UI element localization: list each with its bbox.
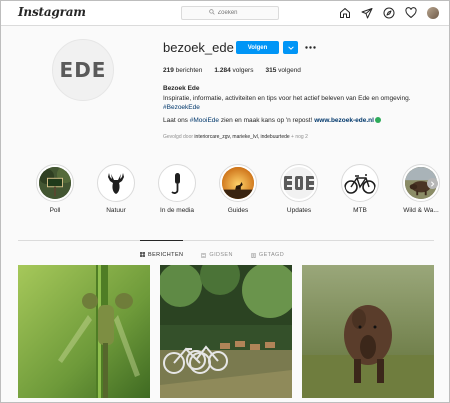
suggestions-dropdown-button[interactable]	[283, 41, 298, 54]
highlight-label: Guides	[227, 207, 249, 214]
tagged-icon	[250, 252, 256, 258]
highlight-updates[interactable]: Updates	[274, 164, 324, 214]
bio-hashtag-link[interactable]: #BezoekEde	[163, 103, 443, 113]
search-box[interactable]	[181, 6, 279, 20]
highlight-label: MTB	[353, 207, 367, 214]
tab-gidsen[interactable]: GIDSEN	[201, 241, 233, 261]
direct-icon[interactable]	[360, 6, 374, 20]
post-grid	[18, 265, 434, 398]
top-nav: Instagram	[1, 1, 449, 26]
highlight-label: In de media	[160, 207, 194, 214]
website-link[interactable]: www.bezoek-ede.nl	[314, 117, 374, 124]
tab-berichten[interactable]: BERICHTEN	[140, 240, 184, 260]
bio-line-repost: Laat ons #MooiEde zien en maak kans op '…	[163, 116, 443, 126]
profile-stats: 219 berichten 1.284 volgers 315 volgend	[163, 67, 301, 74]
home-icon[interactable]	[338, 6, 352, 20]
follow-button[interactable]: Volgen	[236, 41, 279, 54]
search-icon	[208, 9, 215, 17]
followed-by-text[interactable]: Gevolgd door interiorcare_zgv, marieke_l…	[163, 134, 308, 140]
more-options-button[interactable]	[303, 41, 317, 54]
highlights-next-button[interactable]	[427, 178, 438, 189]
bicycles-deer-photo	[160, 265, 292, 398]
chevron-down-icon	[287, 45, 294, 50]
highlight-label: Poll	[49, 207, 61, 214]
story-highlights: Poll Natuur In de media Guides Updates M…	[30, 164, 440, 220]
post-wild-boar[interactable]	[302, 265, 434, 398]
guide-icon	[201, 252, 207, 258]
post-dragonfly[interactable]	[18, 265, 150, 398]
wild-boar-photo	[302, 265, 434, 398]
profile-bio: Bezoek Ede Inspiratie, informatie, activ…	[163, 84, 443, 125]
highlight-natuur[interactable]: Natuur	[91, 164, 141, 214]
profile-tabs: BERICHTEN GIDSEN GETAGD	[140, 240, 284, 261]
mooiede-hashtag-link[interactable]: #MooiEde	[190, 117, 219, 124]
highlight-wild-en-water[interactable]: Wild & Wa...	[396, 164, 446, 214]
instagram-logo[interactable]: Instagram	[18, 5, 86, 19]
deer-icon	[108, 173, 124, 194]
highlight-poll[interactable]: Poll	[30, 164, 80, 214]
following-stat[interactable]: 315 volgend	[265, 67, 300, 74]
profile-avatar-nav[interactable]	[426, 6, 440, 20]
profile-display-name: Bezoek Ede	[163, 85, 200, 92]
tab-getagd[interactable]: GETAGD	[250, 241, 284, 261]
sign-icon	[39, 167, 71, 199]
chevron-right-icon	[431, 180, 435, 187]
highlight-guides[interactable]: Guides	[213, 164, 263, 214]
sunset-deer-icon	[222, 167, 254, 199]
highlight-label: Wild & Wa...	[403, 207, 439, 214]
highlight-label: Natuur	[106, 207, 126, 214]
highlight-in-de-media[interactable]: In de media	[152, 164, 202, 214]
search-input[interactable]	[217, 10, 252, 16]
explore-icon[interactable]	[382, 6, 396, 20]
more-icon	[304, 46, 316, 49]
verified-badge-icon	[374, 116, 381, 123]
followers-stat[interactable]: 1.284 volgers	[214, 67, 253, 74]
highlight-label: Updates	[286, 207, 312, 214]
ede-logo-text: EDE	[59, 58, 107, 82]
bio-line-description: Inspiratie, informatie, activiteiten en …	[163, 94, 411, 102]
post-bicycles-deer[interactable]	[160, 265, 292, 398]
highlight-mtb[interactable]: MTB	[335, 164, 385, 214]
posts-stat: 219 berichten	[163, 67, 203, 74]
profile-picture[interactable]: EDE	[52, 39, 114, 101]
grid-icon	[140, 252, 145, 257]
ede-logo-icon	[284, 176, 314, 190]
microphone-icon	[171, 173, 180, 194]
bicycle-icon	[344, 174, 376, 194]
avatar	[427, 7, 439, 19]
dragonfly-photo	[18, 265, 150, 398]
heart-icon[interactable]	[404, 6, 418, 20]
profile-username: bezoek_ede	[163, 40, 234, 55]
